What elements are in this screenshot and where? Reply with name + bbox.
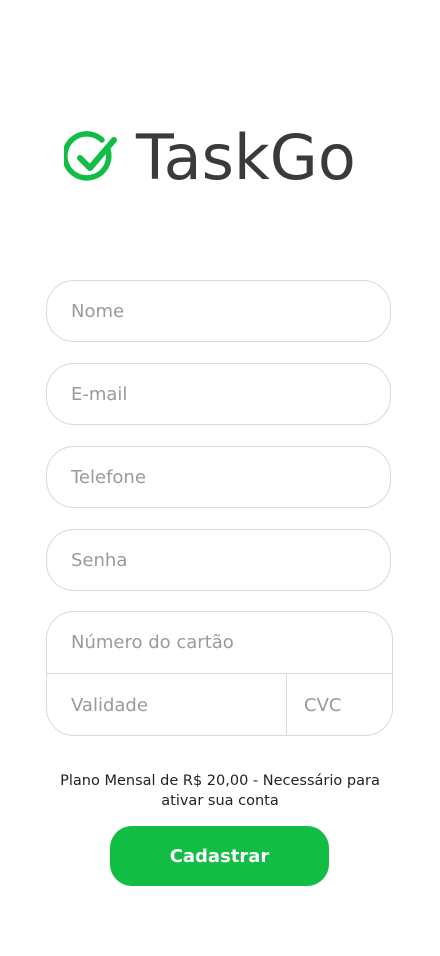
name-input[interactable] bbox=[47, 281, 390, 341]
expiry-cell bbox=[47, 674, 287, 735]
password-input[interactable] bbox=[47, 530, 390, 590]
expiry-input[interactable] bbox=[47, 674, 286, 735]
password-field-container bbox=[46, 529, 391, 591]
app-logo: TaskGo bbox=[64, 126, 356, 190]
cvc-input[interactable] bbox=[287, 674, 392, 735]
email-input[interactable] bbox=[47, 364, 390, 424]
credit-card-group bbox=[46, 611, 393, 736]
email-field-container bbox=[46, 363, 391, 425]
check-circle-icon bbox=[64, 131, 117, 181]
phone-field-container bbox=[46, 446, 391, 508]
app-name: TaskGo bbox=[136, 121, 356, 194]
plan-notice: Plano Mensal de R$ 20,00 - Necessário pa… bbox=[60, 773, 380, 809]
card-number-cell bbox=[47, 612, 392, 674]
card-number-input[interactable] bbox=[47, 612, 392, 673]
cvc-cell bbox=[287, 674, 392, 735]
phone-input[interactable] bbox=[47, 447, 390, 507]
register-button[interactable]: Cadastrar bbox=[110, 826, 329, 886]
name-field-container bbox=[46, 280, 391, 342]
